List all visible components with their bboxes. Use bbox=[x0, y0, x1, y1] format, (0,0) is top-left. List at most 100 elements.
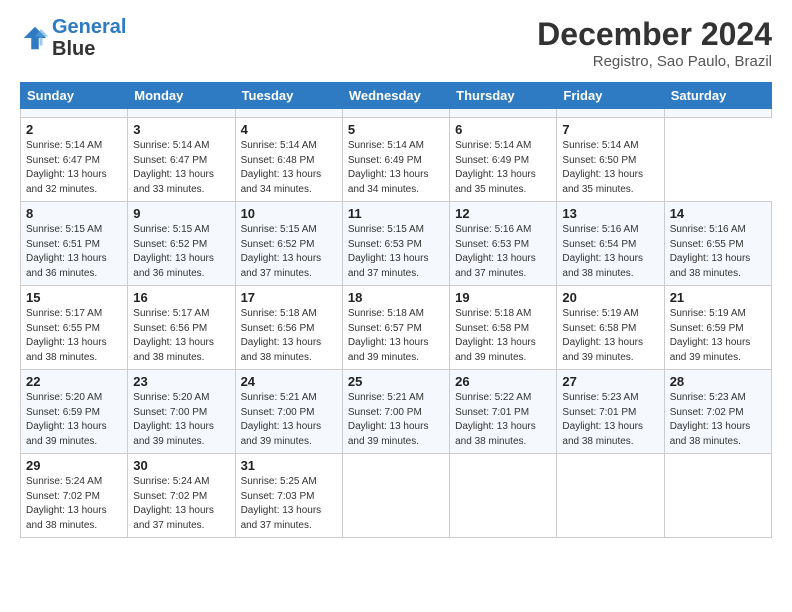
calendar-cell bbox=[342, 454, 449, 538]
logo-name: GeneralBlue bbox=[52, 16, 126, 60]
calendar-body: 2 Sunrise: 5:14 AMSunset: 6:47 PMDayligh… bbox=[21, 109, 772, 538]
day-number: 16 bbox=[133, 290, 229, 305]
day-info: Sunrise: 5:17 AMSunset: 6:55 PMDaylight:… bbox=[26, 308, 107, 363]
day-info: Sunrise: 5:20 AMSunset: 6:59 PMDaylight:… bbox=[26, 392, 107, 447]
calendar-cell bbox=[664, 454, 771, 538]
day-info: Sunrise: 5:15 AMSunset: 6:53 PMDaylight:… bbox=[348, 224, 429, 279]
page-container: GeneralBlue December 2024 Registro, Sao … bbox=[0, 0, 792, 548]
day-info: Sunrise: 5:14 AMSunset: 6:50 PMDaylight:… bbox=[562, 140, 643, 195]
day-info: Sunrise: 5:14 AMSunset: 6:49 PMDaylight:… bbox=[455, 140, 536, 195]
calendar-cell: 10 Sunrise: 5:15 AMSunset: 6:52 PMDaylig… bbox=[235, 202, 342, 286]
day-info: Sunrise: 5:18 AMSunset: 6:57 PMDaylight:… bbox=[348, 308, 429, 363]
col-thursday: Thursday bbox=[450, 83, 557, 109]
day-info: Sunrise: 5:23 AMSunset: 7:01 PMDaylight:… bbox=[562, 392, 643, 447]
calendar-week-5: 22 Sunrise: 5:20 AMSunset: 6:59 PMDaylig… bbox=[21, 370, 772, 454]
calendar-cell: 24 Sunrise: 5:21 AMSunset: 7:00 PMDaylig… bbox=[235, 370, 342, 454]
calendar-cell: 15 Sunrise: 5:17 AMSunset: 6:55 PMDaylig… bbox=[21, 286, 128, 370]
calendar-cell bbox=[450, 454, 557, 538]
calendar-cell bbox=[128, 109, 235, 118]
month-title: December 2024 bbox=[537, 16, 772, 53]
calendar-cell: 22 Sunrise: 5:20 AMSunset: 6:59 PMDaylig… bbox=[21, 370, 128, 454]
col-saturday: Saturday bbox=[664, 83, 771, 109]
day-info: Sunrise: 5:14 AMSunset: 6:47 PMDaylight:… bbox=[133, 140, 214, 195]
calendar-week-6: 29 Sunrise: 5:24 AMSunset: 7:02 PMDaylig… bbox=[21, 454, 772, 538]
day-info: Sunrise: 5:19 AMSunset: 6:58 PMDaylight:… bbox=[562, 308, 643, 363]
calendar-cell: 18 Sunrise: 5:18 AMSunset: 6:57 PMDaylig… bbox=[342, 286, 449, 370]
calendar-cell: 26 Sunrise: 5:22 AMSunset: 7:01 PMDaylig… bbox=[450, 370, 557, 454]
day-number: 9 bbox=[133, 206, 229, 221]
col-tuesday: Tuesday bbox=[235, 83, 342, 109]
calendar-week-3: 8 Sunrise: 5:15 AMSunset: 6:51 PMDayligh… bbox=[21, 202, 772, 286]
calendar-cell: 19 Sunrise: 5:18 AMSunset: 6:58 PMDaylig… bbox=[450, 286, 557, 370]
col-wednesday: Wednesday bbox=[342, 83, 449, 109]
calendar-cell: 7 Sunrise: 5:14 AMSunset: 6:50 PMDayligh… bbox=[557, 118, 664, 202]
day-info: Sunrise: 5:16 AMSunset: 6:55 PMDaylight:… bbox=[670, 224, 751, 279]
day-info: Sunrise: 5:15 AMSunset: 6:52 PMDaylight:… bbox=[133, 224, 214, 279]
calendar-week-4: 15 Sunrise: 5:17 AMSunset: 6:55 PMDaylig… bbox=[21, 286, 772, 370]
day-number: 28 bbox=[670, 374, 766, 389]
calendar-cell: 5 Sunrise: 5:14 AMSunset: 6:49 PMDayligh… bbox=[342, 118, 449, 202]
day-number: 2 bbox=[26, 122, 122, 137]
day-info: Sunrise: 5:23 AMSunset: 7:02 PMDaylight:… bbox=[670, 392, 751, 447]
col-sunday: Sunday bbox=[21, 83, 128, 109]
col-friday: Friday bbox=[557, 83, 664, 109]
calendar-cell: 12 Sunrise: 5:16 AMSunset: 6:53 PMDaylig… bbox=[450, 202, 557, 286]
day-number: 26 bbox=[455, 374, 551, 389]
day-number: 20 bbox=[562, 290, 658, 305]
day-number: 23 bbox=[133, 374, 229, 389]
col-monday: Monday bbox=[128, 83, 235, 109]
day-info: Sunrise: 5:14 AMSunset: 6:47 PMDaylight:… bbox=[26, 140, 107, 195]
day-number: 27 bbox=[562, 374, 658, 389]
day-number: 15 bbox=[26, 290, 122, 305]
calendar-cell bbox=[21, 109, 128, 118]
day-info: Sunrise: 5:14 AMSunset: 6:49 PMDaylight:… bbox=[348, 140, 429, 195]
header: GeneralBlue December 2024 Registro, Sao … bbox=[20, 16, 772, 70]
day-info: Sunrise: 5:22 AMSunset: 7:01 PMDaylight:… bbox=[455, 392, 536, 447]
day-info: Sunrise: 5:18 AMSunset: 6:58 PMDaylight:… bbox=[455, 308, 536, 363]
calendar-cell: 23 Sunrise: 5:20 AMSunset: 7:00 PMDaylig… bbox=[128, 370, 235, 454]
calendar-cell bbox=[664, 109, 771, 118]
calendar-cell bbox=[235, 109, 342, 118]
day-number: 14 bbox=[670, 206, 766, 221]
calendar-cell: 30 Sunrise: 5:24 AMSunset: 7:02 PMDaylig… bbox=[128, 454, 235, 538]
day-number: 25 bbox=[348, 374, 444, 389]
day-info: Sunrise: 5:16 AMSunset: 6:53 PMDaylight:… bbox=[455, 224, 536, 279]
day-number: 10 bbox=[241, 206, 337, 221]
day-info: Sunrise: 5:24 AMSunset: 7:02 PMDaylight:… bbox=[26, 476, 107, 531]
location-subtitle: Registro, Sao Paulo, Brazil bbox=[537, 53, 772, 70]
day-info: Sunrise: 5:15 AMSunset: 6:51 PMDaylight:… bbox=[26, 224, 107, 279]
calendar-cell: 31 Sunrise: 5:25 AMSunset: 7:03 PMDaylig… bbox=[235, 454, 342, 538]
calendar-cell: 20 Sunrise: 5:19 AMSunset: 6:58 PMDaylig… bbox=[557, 286, 664, 370]
day-number: 7 bbox=[562, 122, 658, 137]
calendar-cell: 16 Sunrise: 5:17 AMSunset: 6:56 PMDaylig… bbox=[128, 286, 235, 370]
calendar-cell: 29 Sunrise: 5:24 AMSunset: 7:02 PMDaylig… bbox=[21, 454, 128, 538]
calendar-week-2: 2 Sunrise: 5:14 AMSunset: 6:47 PMDayligh… bbox=[21, 118, 772, 202]
day-info: Sunrise: 5:18 AMSunset: 6:56 PMDaylight:… bbox=[241, 308, 322, 363]
day-info: Sunrise: 5:25 AMSunset: 7:03 PMDaylight:… bbox=[241, 476, 322, 531]
calendar-cell: 21 Sunrise: 5:19 AMSunset: 6:59 PMDaylig… bbox=[664, 286, 771, 370]
day-number: 29 bbox=[26, 458, 122, 473]
calendar-cell: 11 Sunrise: 5:15 AMSunset: 6:53 PMDaylig… bbox=[342, 202, 449, 286]
day-info: Sunrise: 5:21 AMSunset: 7:00 PMDaylight:… bbox=[241, 392, 322, 447]
calendar-cell: 4 Sunrise: 5:14 AMSunset: 6:48 PMDayligh… bbox=[235, 118, 342, 202]
day-number: 22 bbox=[26, 374, 122, 389]
title-block: December 2024 Registro, Sao Paulo, Brazi… bbox=[537, 16, 772, 70]
day-info: Sunrise: 5:20 AMSunset: 7:00 PMDaylight:… bbox=[133, 392, 214, 447]
calendar-cell bbox=[450, 109, 557, 118]
day-number: 31 bbox=[241, 458, 337, 473]
day-number: 30 bbox=[133, 458, 229, 473]
calendar-cell: 28 Sunrise: 5:23 AMSunset: 7:02 PMDaylig… bbox=[664, 370, 771, 454]
calendar-cell: 17 Sunrise: 5:18 AMSunset: 6:56 PMDaylig… bbox=[235, 286, 342, 370]
calendar-table: Sunday Monday Tuesday Wednesday Thursday… bbox=[20, 82, 772, 538]
header-row: Sunday Monday Tuesday Wednesday Thursday… bbox=[21, 83, 772, 109]
calendar-cell: 9 Sunrise: 5:15 AMSunset: 6:52 PMDayligh… bbox=[128, 202, 235, 286]
day-number: 21 bbox=[670, 290, 766, 305]
day-info: Sunrise: 5:15 AMSunset: 6:52 PMDaylight:… bbox=[241, 224, 322, 279]
calendar-cell: 27 Sunrise: 5:23 AMSunset: 7:01 PMDaylig… bbox=[557, 370, 664, 454]
calendar-cell: 8 Sunrise: 5:15 AMSunset: 6:51 PMDayligh… bbox=[21, 202, 128, 286]
day-number: 5 bbox=[348, 122, 444, 137]
day-number: 8 bbox=[26, 206, 122, 221]
day-info: Sunrise: 5:14 AMSunset: 6:48 PMDaylight:… bbox=[241, 140, 322, 195]
day-number: 24 bbox=[241, 374, 337, 389]
calendar-cell: 13 Sunrise: 5:16 AMSunset: 6:54 PMDaylig… bbox=[557, 202, 664, 286]
